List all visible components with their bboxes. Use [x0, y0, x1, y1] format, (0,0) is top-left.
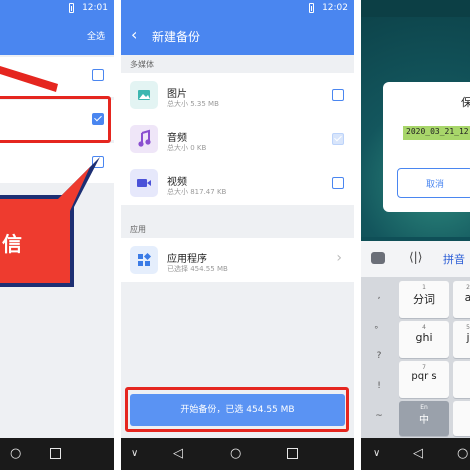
ime-logo-icon[interactable]	[371, 252, 385, 264]
battery-icon	[309, 3, 314, 13]
highlight-frame	[0, 96, 111, 143]
status-time: 12:01	[82, 3, 108, 13]
nav-bar: ∨ ◁ ○	[121, 438, 354, 470]
cancel-button[interactable]: 取消	[397, 168, 470, 198]
home-circle-icon[interactable]: ○	[230, 447, 241, 461]
app-bar: ‹ 新建备份	[121, 17, 354, 55]
symbol-key[interactable]: !	[365, 373, 393, 399]
page-title: 新建备份	[152, 30, 201, 44]
item-checkbox[interactable]	[92, 69, 104, 81]
item-title: 视频	[167, 177, 187, 188]
middle-screen: 12:02 ‹ 新建备份 多媒体 图片 总大小 5.35 MB 音频 总大小 0…	[121, 0, 354, 470]
item-size: 总大小 5.35 MB	[167, 100, 219, 108]
image-icon	[130, 81, 158, 109]
status-time: 12:02	[322, 3, 348, 13]
keyboard-key[interactable]: 2 a	[453, 281, 470, 318]
nav-bar: ∨ ◁ ○	[361, 438, 470, 470]
highlight-frame	[125, 387, 349, 432]
symbol-key[interactable]: ~	[365, 403, 393, 429]
status-bar	[361, 0, 470, 17]
select-all-button[interactable]: 全选	[87, 29, 105, 42]
home-circle-icon[interactable]: ○	[457, 447, 468, 461]
symbol-key[interactable]: ?	[365, 343, 393, 369]
item-title: 图片	[167, 89, 187, 100]
back-chevron-icon[interactable]: ‹	[131, 25, 137, 44]
item-checkbox[interactable]	[332, 177, 344, 189]
callout-text: 信	[2, 232, 22, 256]
dialog-title: 保	[461, 96, 470, 109]
ime-toolbar: ⟨|⟩ 拼音	[361, 241, 470, 277]
cursor-move-icon[interactable]: ⟨|⟩	[409, 250, 422, 264]
nav-bar: ○	[0, 438, 114, 470]
item-checkbox-disabled[interactable]	[332, 133, 344, 145]
status-bar: 12:01	[0, 0, 114, 17]
status-bar: 12:02	[121, 0, 354, 17]
screenshot-collage: 12:01 全选 信 ○ 12:02 ‹ 新建备份 多媒体 图片 总大小 5.3…	[0, 0, 470, 470]
item-checkbox[interactable]	[332, 89, 344, 101]
collapse-chevron-icon[interactable]: ∨	[131, 447, 138, 461]
save-dialog: 保 2020_03_21_12 取消	[383, 82, 470, 212]
item-title: 音频	[167, 133, 187, 144]
item-size: 总大小 0 KB	[167, 144, 207, 152]
symbol-key[interactable]: ,	[365, 283, 393, 309]
back-triangle-icon[interactable]: ◁	[173, 447, 183, 461]
left-screen: 12:01 全选 信 ○	[0, 0, 114, 470]
section-label-apps: 应用	[130, 225, 146, 234]
keyboard-key[interactable]: 5 j	[453, 321, 470, 358]
chevron-right-icon: ›	[336, 250, 342, 266]
keyboard-key[interactable]	[453, 361, 470, 398]
list-item-video[interactable]: 视频 总大小 817.47 KB	[121, 161, 354, 205]
battery-icon	[69, 3, 74, 13]
symbol-key[interactable]: 。	[365, 313, 393, 339]
list-item-apps[interactable]: 应用程序 已选择 454.55 MB ›	[121, 238, 354, 282]
annotation-arrow	[0, 66, 58, 92]
video-camera-icon	[130, 169, 158, 197]
item-title: 应用程序	[167, 254, 207, 265]
recents-square-icon[interactable]	[287, 448, 298, 459]
keyboard: , 。 ? ! ~ 1 分词 2 a 4 ghi 5 j 7 pqr s En …	[361, 277, 470, 438]
list-item-images[interactable]: 图片 总大小 5.35 MB	[121, 73, 354, 117]
keyboard-key[interactable]	[453, 401, 470, 436]
language-switch-key[interactable]: En 中	[399, 401, 449, 436]
home-circle-icon[interactable]: ○	[10, 447, 21, 461]
item-size: 总大小 817.47 KB	[167, 188, 227, 196]
collapse-chevron-icon[interactable]: ∨	[373, 447, 380, 461]
app-bar: 全选	[0, 17, 114, 55]
filename-input[interactable]: 2020_03_21_12	[403, 126, 470, 140]
keyboard-key[interactable]: 7 pqr s	[399, 361, 449, 398]
ime-mode-label[interactable]: 拼音	[443, 251, 465, 267]
section-label-media: 多媒体	[130, 60, 154, 69]
right-screen: 保 2020_03_21_12 取消 ⟨|⟩ 拼音 , 。 ? ! ~ 1 分词	[361, 0, 470, 470]
back-triangle-icon[interactable]: ◁	[413, 447, 423, 461]
keyboard-key[interactable]: 4 ghi	[399, 321, 449, 358]
music-note-icon	[130, 125, 158, 153]
recents-square-icon[interactable]	[50, 448, 61, 459]
keyboard-key[interactable]: 1 分词	[399, 281, 449, 318]
apps-grid-icon	[130, 246, 158, 274]
list-item-audio[interactable]: 音频 总大小 0 KB	[121, 117, 354, 161]
item-size: 已选择 454.55 MB	[167, 265, 228, 273]
